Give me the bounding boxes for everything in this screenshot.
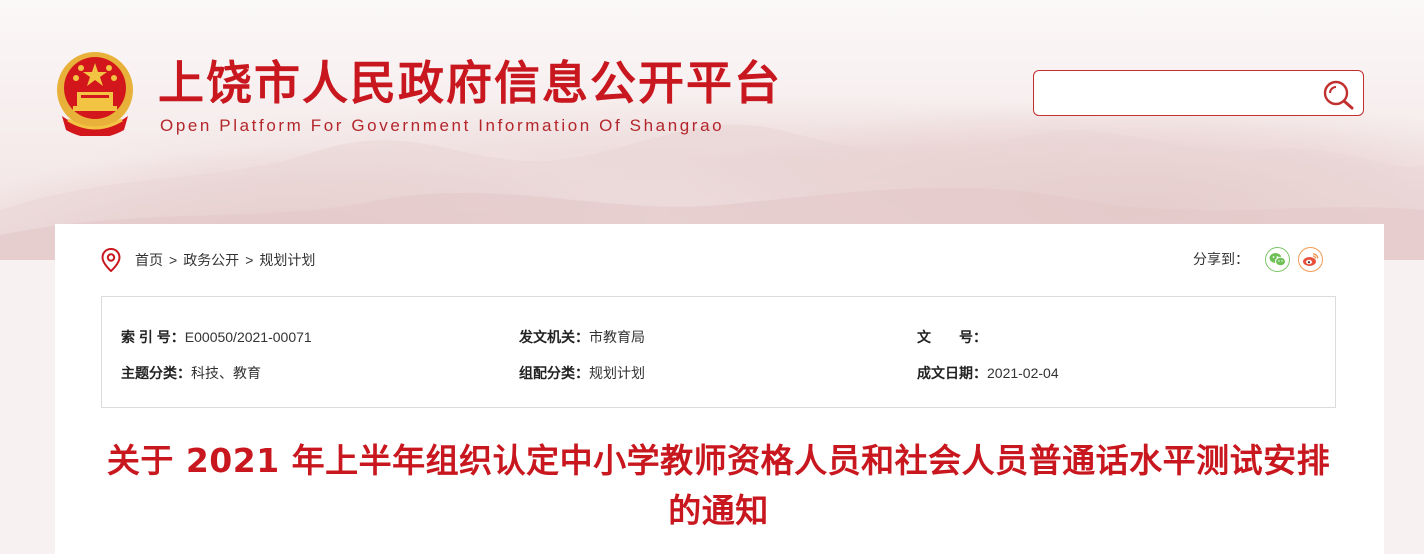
meta-index-label: 索 引 号： [121,329,185,345]
document-title: 关于 2021 年上半年组织认定中小学教师资格人员和社会人员普通话水平测试安排的… [106,441,1331,530]
site-title: 上饶市人民政府信息公开平台 [158,56,782,110]
search-icon[interactable] [1321,78,1355,110]
search-input[interactable] [1044,79,1318,109]
meta-docno-label: 文 号： [917,329,987,345]
meta-issuer-value: 市教育局 [589,329,645,345]
meta-assoc-value: 规划计划 [589,365,645,381]
breadcrumb-home-link[interactable]: 首页 [135,250,163,270]
meta-index: 索 引 号：E00050/2021-00071 [121,327,312,347]
meta-date: 成文日期：2021-02-04 [917,363,1059,383]
wechat-share-button[interactable] [1265,246,1290,272]
weibo-share-button[interactable] [1298,246,1323,272]
share-bar: 分享到： [1193,245,1323,273]
header-banner: 上饶市人民政府信息公开平台 Open Platform For Governme… [0,0,1424,260]
meta-date-value: 2021-02-04 [987,365,1059,381]
share-label: 分享到： [1193,251,1249,267]
national-emblem-icon [57,52,133,136]
meta-index-value: E00050/2021-00071 [184,329,312,345]
meta-docno: 文 号： [917,327,987,347]
meta-topic-value: 科技、教育 [191,365,261,381]
breadcrumb-planning-link[interactable]: 规划计划 [259,250,315,270]
meta-assoc: 组配分类：规划计划 [519,363,645,383]
search-box [1033,70,1364,116]
wechat-icon [1269,252,1286,266]
breadcrumb-separator: > [169,252,178,268]
breadcrumb-separator: > [245,252,254,268]
meta-issuer: 发文机关：市教育局 [519,327,645,347]
breadcrumb-gov-affairs-link[interactable]: 政务公开 [183,250,239,270]
meta-date-label: 成文日期： [917,365,987,381]
document-metadata: 索 引 号：E00050/2021-00071 发文机关：市教育局 文 号： 主… [101,296,1336,408]
breadcrumb: 首页 > 政务公开 > 规划计划 [101,248,315,272]
meta-assoc-label: 组配分类： [519,365,589,381]
meta-issuer-label: 发文机关： [519,329,589,345]
location-pin-icon [101,248,121,272]
meta-topic-label: 主题分类： [121,365,191,381]
site-subtitle: Open Platform For Government Information… [160,116,725,135]
meta-topic: 主题分类：科技、教育 [121,363,261,383]
weibo-icon [1303,252,1319,266]
